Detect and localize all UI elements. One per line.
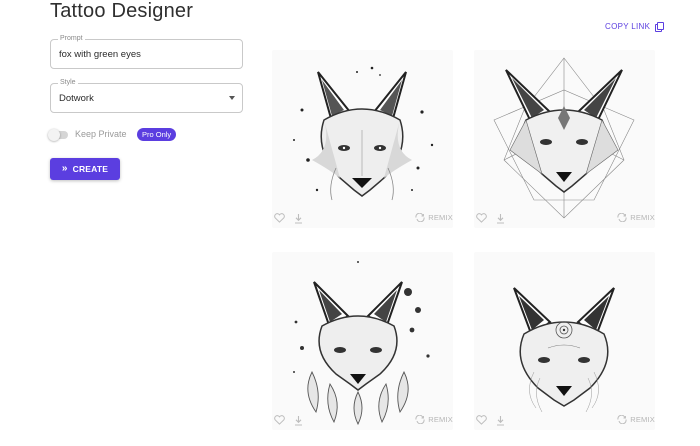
result-card-4[interactable]: REMIX [474, 252, 655, 430]
style-label: Style [58, 78, 78, 88]
card-actions: REMIX [272, 414, 453, 428]
toggle-knob[interactable] [48, 129, 60, 141]
prompt-value[interactable]: fox with green eyes [59, 49, 141, 60]
heart-icon[interactable] [476, 213, 487, 223]
double-chevron-right-icon: » [61, 163, 68, 174]
keep-private-toggle[interactable] [48, 129, 68, 141]
result-card-2[interactable]: REMIX [474, 50, 655, 228]
copy-icon [655, 22, 665, 32]
remix-icon [617, 213, 627, 222]
download-icon[interactable] [294, 415, 303, 426]
fox-tattoo-image-1[interactable] [272, 50, 453, 228]
create-button-label: CREATE [72, 164, 109, 174]
remix-button[interactable]: REMIX [617, 213, 655, 222]
remix-icon [415, 415, 425, 424]
remix-button[interactable]: REMIX [415, 415, 453, 424]
remix-icon [617, 415, 627, 424]
pro-only-badge: Pro Only [137, 128, 177, 141]
remix-button[interactable]: REMIX [617, 415, 655, 424]
fox-mandala-illustration [474, 252, 655, 430]
fox-tattoo-image-3[interactable] [272, 252, 453, 430]
card-actions: REMIX [474, 212, 655, 226]
card-actions: REMIX [272, 212, 453, 226]
style-value: Dotwork [59, 93, 94, 104]
keep-private-label: Keep Private [75, 129, 127, 139]
create-button[interactable]: » CREATE [50, 158, 120, 180]
fox-tattoo-image-4[interactable] [474, 252, 655, 430]
download-icon[interactable] [496, 213, 505, 224]
prompt-label: Prompt [58, 34, 85, 44]
card-actions: REMIX [474, 414, 655, 428]
result-card-1[interactable]: REMIX [272, 50, 453, 228]
remix-label: REMIX [428, 213, 453, 222]
remix-label: REMIX [428, 415, 453, 424]
fox-geometric-illustration [474, 50, 655, 228]
heart-icon[interactable] [476, 415, 487, 425]
fox-floral-illustration [272, 252, 453, 430]
caret-down-icon[interactable] [229, 96, 235, 100]
prompt-input[interactable]: Prompt fox with green eyes [50, 34, 243, 69]
download-icon[interactable] [496, 415, 505, 426]
heart-icon[interactable] [274, 415, 285, 425]
copy-link-label: COPY LINK [605, 22, 651, 31]
remix-label: REMIX [630, 213, 655, 222]
fox-tattoo-image-2[interactable] [474, 50, 655, 228]
remix-icon [415, 213, 425, 222]
style-select[interactable]: Style Dotwork [50, 78, 243, 113]
copy-link-button[interactable]: COPY LINK [605, 22, 665, 32]
remix-button[interactable]: REMIX [415, 213, 453, 222]
download-icon[interactable] [294, 213, 303, 224]
fox-dotwork-illustration [272, 50, 453, 228]
page-title: Tattoo Designer [50, 0, 194, 22]
heart-icon[interactable] [274, 213, 285, 223]
remix-label: REMIX [630, 415, 655, 424]
result-card-3[interactable]: REMIX [272, 252, 453, 430]
